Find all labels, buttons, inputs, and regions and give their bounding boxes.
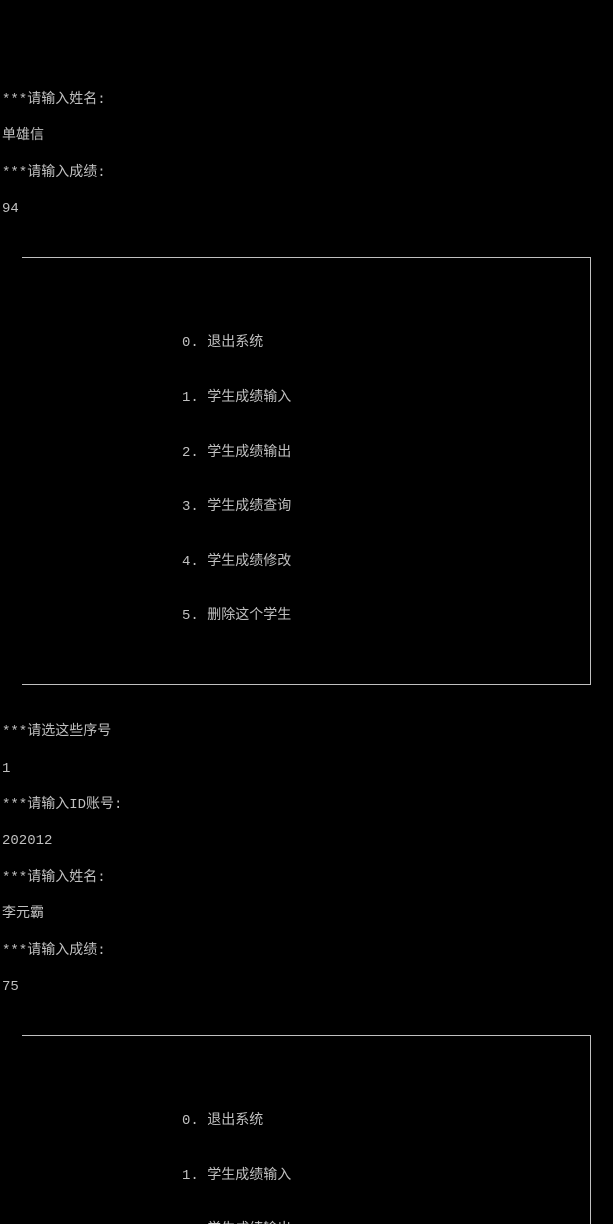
value-select1: 1 [2, 760, 611, 778]
prompt-score1: ***请输入成绩: [2, 164, 611, 182]
menu-box-2: 0. 退出系统 1. 学生成绩输入 2. 学生成绩输出 3. 学生成绩查询 4.… [22, 1035, 591, 1224]
menu-item-1b: 1. 学生成绩输入 [182, 1167, 590, 1185]
menu-box-1: 0. 退出系统 1. 学生成绩输入 2. 学生成绩输出 3. 学生成绩查询 4.… [22, 257, 591, 685]
value-score1: 94 [2, 200, 611, 218]
prompt-score2: ***请输入成绩: [2, 942, 611, 960]
menu-item-0b: 0. 退出系统 [182, 1112, 590, 1130]
menu-item-1: 1. 学生成绩输入 [182, 389, 590, 407]
prompt-id: ***请输入ID账号: [2, 796, 611, 814]
menu-item-2: 2. 学生成绩输出 [182, 444, 590, 462]
prompt-name-partial: ***请输入姓名: [2, 91, 611, 109]
value-id2: 202012 [2, 832, 611, 850]
menu-item-2b: 2. 学生成绩输出 [182, 1221, 590, 1224]
prompt-name2: ***请输入姓名: [2, 869, 611, 887]
menu-item-5: 5. 删除这个学生 [182, 607, 590, 625]
menu-item-3: 3. 学生成绩查询 [182, 498, 590, 516]
prompt-select1: ***请选这些序号 [2, 723, 611, 741]
menu-item-4: 4. 学生成绩修改 [182, 553, 590, 571]
menu-item-0: 0. 退出系统 [182, 334, 590, 352]
value-name2: 李元霸 [2, 905, 611, 923]
value-score2: 75 [2, 978, 611, 996]
value-name1: 单雄信 [2, 127, 611, 145]
terminal-output: ***请输入姓名: 单雄信 ***请输入成绩: 94 0. 退出系统 1. 学生… [0, 73, 613, 1224]
